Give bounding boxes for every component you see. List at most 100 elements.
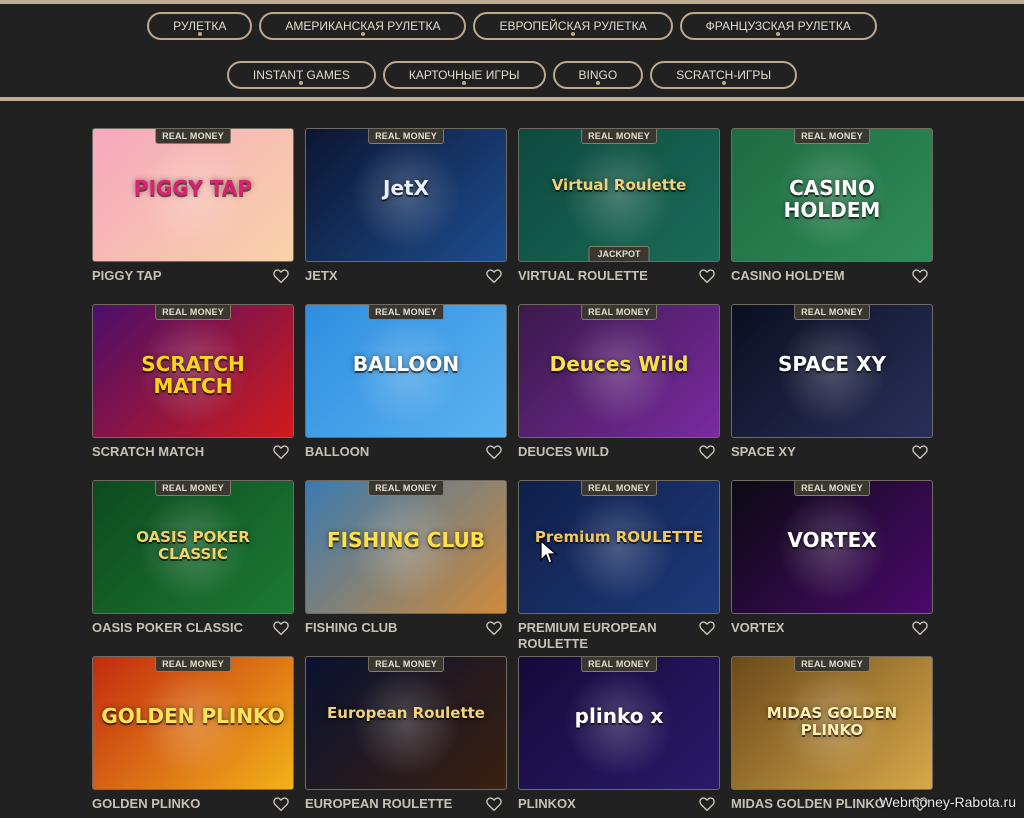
game-name[interactable]: OASIS POKER CLASSIC — [92, 620, 262, 636]
game-tile: REAL MONEY CASINO HOLDEM CASINO HOLD'EM — [731, 128, 933, 304]
game-grid: REAL MONEY PIGGY TAP PIGGY TAP REAL MONEY Je… — [92, 128, 933, 818]
real-money-badge: REAL MONEY — [155, 129, 231, 144]
game-logo-text: MIDAS GOLDEN PLINKO — [766, 704, 898, 739]
game-name[interactable]: SPACE XY — [731, 444, 901, 460]
watermark: Webmoney-Rabota.ru — [879, 794, 1016, 810]
game-name[interactable]: VIRTUAL ROULETTE — [518, 268, 688, 284]
favorite-heart-icon[interactable] — [272, 795, 290, 813]
real-money-badge: REAL MONEY — [155, 481, 231, 496]
game-logo-text: FISHING CLUB — [327, 528, 485, 552]
real-money-badge: REAL MONEY — [581, 129, 657, 144]
game-name[interactable]: PIGGY TAP — [92, 268, 262, 284]
favorite-heart-icon[interactable] — [911, 619, 929, 637]
game-thumbnail[interactable]: REAL MONEY BALLOON — [305, 304, 507, 438]
filter-european-roulette[interactable]: ЕВРОПЕЙСКАЯ РУЛЕТКА — [473, 12, 673, 40]
game-logo-text: SPACE XY — [778, 352, 886, 376]
game-tile: REAL MONEY VORTEX VORTEX — [731, 480, 933, 656]
favorite-heart-icon[interactable] — [485, 443, 503, 461]
game-name[interactable]: PREMIUM EUROPEAN ROULETTE — [518, 620, 688, 652]
filter-scratch-games[interactable]: SCRATCH-ИГРЫ — [650, 61, 798, 89]
game-name[interactable]: SCRATCH MATCH — [92, 444, 262, 460]
real-money-badge: REAL MONEY — [794, 129, 870, 144]
game-logo-text: SCRATCH MATCH — [141, 352, 245, 398]
favorite-heart-icon[interactable] — [698, 795, 716, 813]
favorite-heart-icon[interactable] — [911, 267, 929, 285]
filter-divider — [0, 97, 1024, 101]
game-name[interactable]: DEUCES WILD — [518, 444, 688, 460]
game-logo-text: VORTEX — [787, 528, 877, 552]
game-thumbnail[interactable]: REAL MONEY JetX — [305, 128, 507, 262]
game-name[interactable]: PLINKOX — [518, 796, 688, 812]
real-money-badge: REAL MONEY — [368, 657, 444, 672]
favorite-heart-icon[interactable] — [485, 267, 503, 285]
game-logo-text: Virtual Roulette — [551, 176, 687, 194]
mouse-cursor-icon — [540, 540, 558, 564]
game-tile: REAL MONEY SCRATCH MATCH SCRATCH MATCH — [92, 304, 294, 480]
game-thumbnail[interactable]: REAL MONEY European Roulette — [305, 656, 507, 790]
game-thumbnail[interactable]: REAL MONEY FISHING CLUB — [305, 480, 507, 614]
favorite-heart-icon[interactable] — [911, 443, 929, 461]
real-money-badge: REAL MONEY — [155, 657, 231, 672]
game-name[interactable]: JETX — [305, 268, 475, 284]
game-name[interactable]: VORTEX — [731, 620, 901, 636]
game-thumbnail[interactable]: REAL MONEY PIGGY TAP — [92, 128, 294, 262]
filter-roulette[interactable]: РУЛЕТКА — [147, 12, 253, 40]
game-name[interactable]: CASINO HOLD'EM — [731, 268, 901, 284]
top-divider — [0, 0, 1024, 4]
favorite-heart-icon[interactable] — [485, 795, 503, 813]
game-tile: REAL MONEY BALLOON BALLOON — [305, 304, 507, 480]
game-thumbnail[interactable]: REAL MONEY VORTEX — [731, 480, 933, 614]
artwork-decoration — [564, 140, 674, 250]
game-logo-text: CASINO HOLDEM — [783, 176, 881, 222]
real-money-badge: REAL MONEY — [794, 305, 870, 320]
real-money-badge: REAL MONEY — [155, 305, 231, 320]
filter-american-roulette[interactable]: АМЕРИКАНСКАЯ РУЛЕТКА — [259, 12, 467, 40]
jackpot-badge: JACKPOT — [588, 246, 650, 261]
game-logo-text: BALLOON — [352, 352, 460, 376]
filter-bingo[interactable]: BINGO — [552, 61, 644, 89]
game-thumbnail[interactable]: REAL MONEY OASIS POKER CLASSIC — [92, 480, 294, 614]
favorite-heart-icon[interactable] — [485, 619, 503, 637]
favorite-heart-icon[interactable] — [272, 619, 290, 637]
real-money-badge: REAL MONEY — [368, 129, 444, 144]
real-money-badge: REAL MONEY — [581, 657, 657, 672]
game-tile: REAL MONEY plinko x PLINKOX — [518, 656, 720, 818]
game-tile: REAL MONEY GOLDEN PLINKO GOLDEN PLINKO — [92, 656, 294, 818]
real-money-badge: REAL MONEY — [794, 481, 870, 496]
game-tile: REAL MONEY Premium ROULETTE PREMIUM EUROPE… — [518, 480, 720, 656]
real-money-badge: REAL MONEY — [581, 481, 657, 496]
real-money-badge: REAL MONEY — [368, 305, 444, 320]
filter-row-2: INSTANT GAMES КАРТОЧНЫЕ ИГРЫ BINGO SCRAT… — [0, 61, 1024, 89]
game-thumbnail[interactable]: REAL MONEY GOLDEN PLINKO — [92, 656, 294, 790]
favorite-heart-icon[interactable] — [698, 619, 716, 637]
game-logo-text: GOLDEN PLINKO — [101, 704, 285, 728]
game-logo-text: plinko x — [574, 704, 664, 728]
game-tile: REAL MONEY PIGGY TAP PIGGY TAP — [92, 128, 294, 304]
game-thumbnail[interactable]: REAL MONEY SCRATCH MATCH — [92, 304, 294, 438]
favorite-heart-icon[interactable] — [272, 267, 290, 285]
filter-instant-games[interactable]: INSTANT GAMES — [226, 61, 376, 89]
real-money-badge: REAL MONEY — [581, 305, 657, 320]
game-tile: REAL MONEY OASIS POKER CLASSIC OASIS POKER… — [92, 480, 294, 656]
game-name[interactable]: EUROPEAN ROULETTE — [305, 796, 475, 812]
game-logo-text: Deuces Wild — [549, 352, 689, 376]
game-logo-text: OASIS POKER CLASSIC — [136, 528, 250, 563]
game-thumbnail[interactable]: REAL MONEY CASINO HOLDEM — [731, 128, 933, 262]
artwork-decoration — [564, 492, 674, 602]
filter-card-games[interactable]: КАРТОЧНЫЕ ИГРЫ — [382, 61, 546, 89]
favorite-heart-icon[interactable] — [698, 267, 716, 285]
game-name[interactable]: MIDAS GOLDEN PLINKO — [731, 796, 901, 812]
game-thumbnail[interactable]: REAL MONEY SPACE XY — [731, 304, 933, 438]
favorite-heart-icon[interactable] — [698, 443, 716, 461]
filter-french-roulette[interactable]: ФРАНЦУЗСКАЯ РУЛЕТКА — [679, 12, 877, 40]
game-name[interactable]: FISHING CLUB — [305, 620, 475, 636]
game-name[interactable]: BALLOON — [305, 444, 475, 460]
favorite-heart-icon[interactable] — [272, 443, 290, 461]
game-logo-text: PIGGY TAP — [133, 176, 253, 200]
game-name[interactable]: GOLDEN PLINKO — [92, 796, 262, 812]
game-thumbnail[interactable]: REAL MONEY MIDAS GOLDEN PLINKO — [731, 656, 933, 790]
game-tile: REAL MONEY Virtual Roulette JACKPOT VIRTUAL… — [518, 128, 720, 304]
game-thumbnail[interactable]: REAL MONEY Deuces Wild — [518, 304, 720, 438]
game-thumbnail[interactable]: REAL MONEY plinko x — [518, 656, 720, 790]
game-thumbnail[interactable]: REAL MONEY Virtual Roulette JACKPOT — [518, 128, 720, 262]
